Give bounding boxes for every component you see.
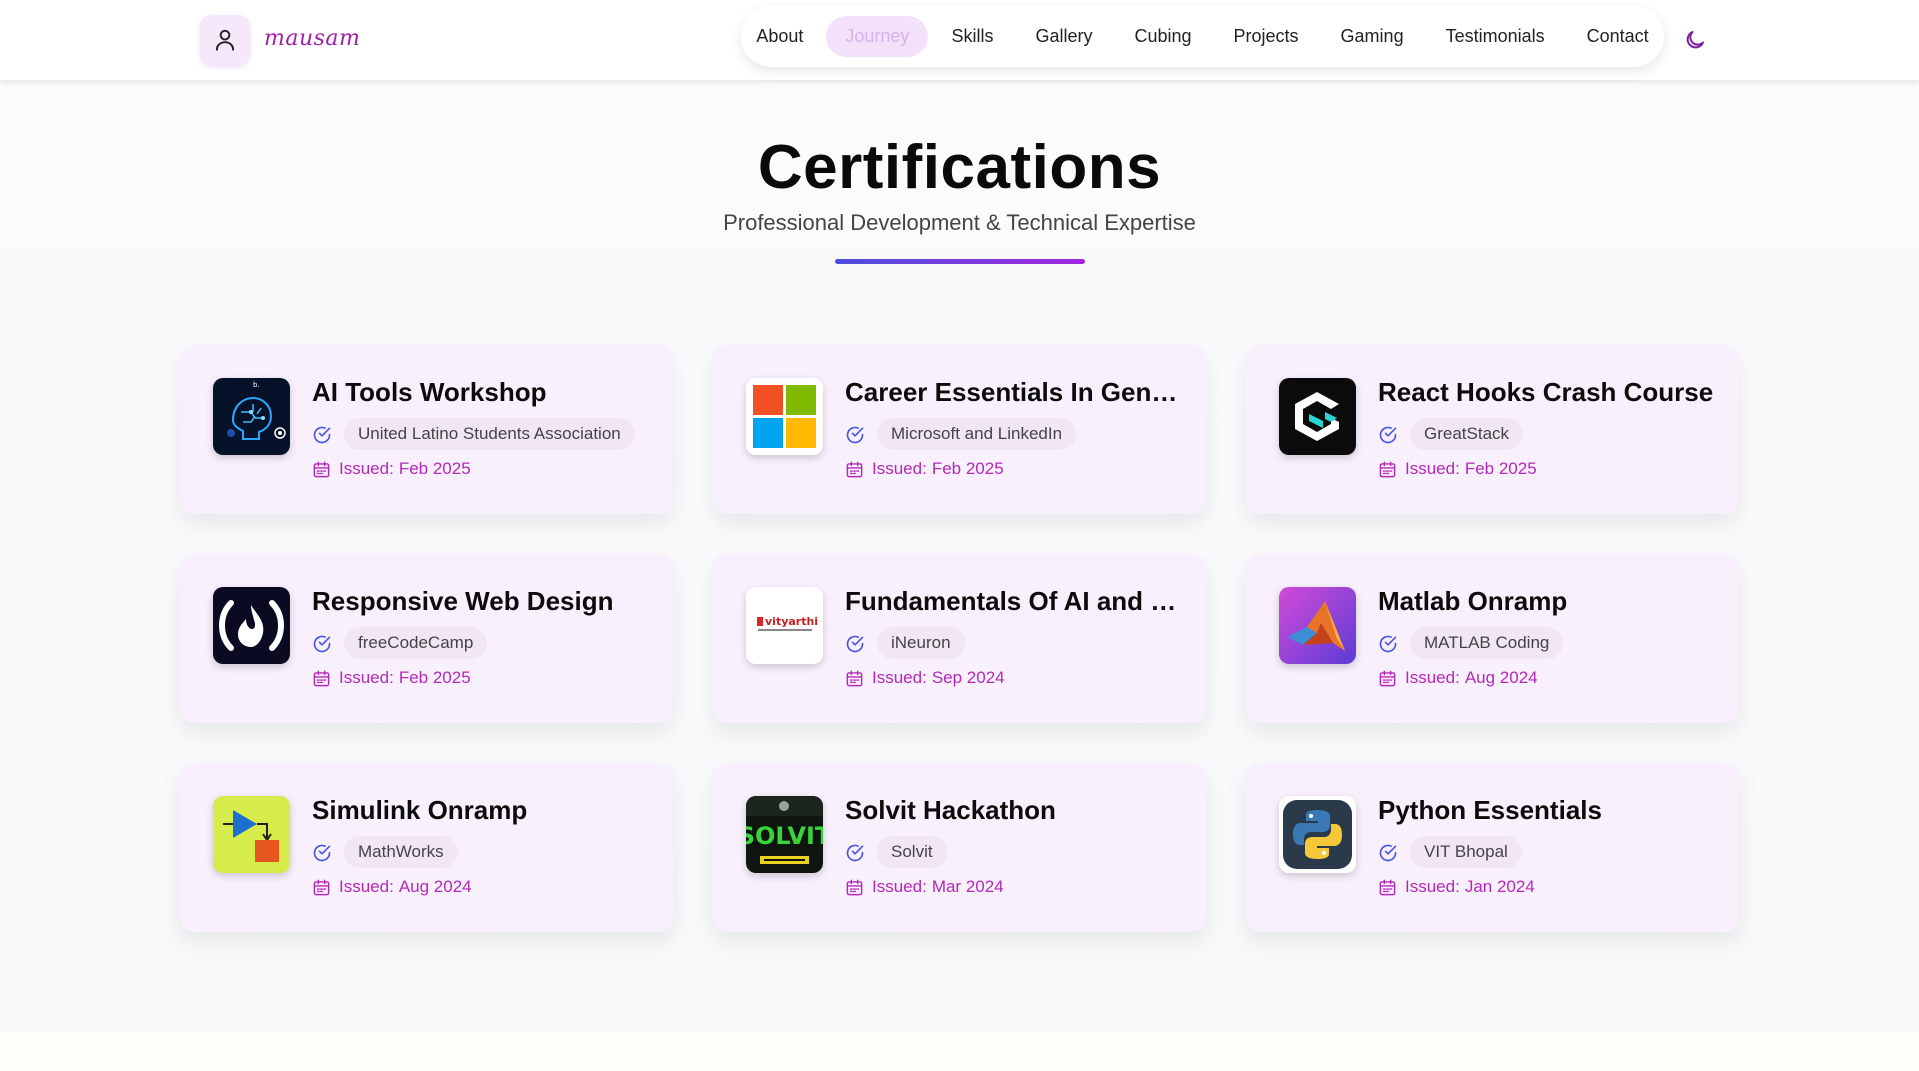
simulink-logo bbox=[213, 796, 290, 873]
issued-date: Issued: Feb 2025 bbox=[339, 668, 471, 687]
calendar-icon bbox=[846, 879, 863, 896]
theme-toggle-button[interactable] bbox=[1681, 26, 1709, 54]
certification-grid: b. AI Tools Workshop United Latino Stude… bbox=[180, 345, 1740, 932]
certification-card[interactable]: Matlab Onramp MATLAB Coding Issued: Aug 2… bbox=[1246, 554, 1739, 723]
nav-about[interactable]: About bbox=[737, 16, 822, 57]
calendar-icon bbox=[846, 461, 863, 478]
next-section-edge bbox=[0, 1031, 1919, 1071]
certification-title: Python Essentials bbox=[1378, 795, 1602, 825]
user-icon bbox=[215, 29, 235, 51]
issued-date: Issued: Feb 2025 bbox=[1405, 459, 1537, 478]
verified-check-icon bbox=[313, 635, 331, 653]
certification-card[interactable]: Simulink Onramp MathWorks Issued: Aug 202… bbox=[180, 763, 673, 932]
verified-check-icon bbox=[846, 635, 864, 653]
issued-date: Issued: Feb 2025 bbox=[339, 459, 471, 478]
site-header: mausam About Journey Skills Gallery Cubi… bbox=[0, 0, 1919, 80]
nav-projects[interactable]: Projects bbox=[1215, 16, 1318, 57]
greatstack-logo bbox=[1279, 378, 1356, 455]
main-nav: About Journey Skills Gallery Cubing Proj… bbox=[741, 6, 1664, 67]
issuer-badge: freeCodeCamp bbox=[344, 627, 488, 659]
moon-icon bbox=[1686, 31, 1704, 49]
nav-gallery[interactable]: Gallery bbox=[1016, 16, 1111, 57]
issuer-badge: MATLAB Coding bbox=[1410, 627, 1564, 659]
nav-contact[interactable]: Contact bbox=[1568, 16, 1668, 57]
ai-brain-logo: b. bbox=[213, 378, 290, 455]
certification-card[interactable]: React Hooks Crash Course GreatStack Issu… bbox=[1246, 345, 1739, 514]
issued-date: Issued: Jan 2024 bbox=[1405, 877, 1535, 896]
certification-title: Matlab Onramp bbox=[1378, 586, 1568, 616]
issuer-badge: VIT Bhopal bbox=[1410, 836, 1522, 868]
verified-check-icon bbox=[1379, 844, 1397, 862]
certification-title: Solvit Hackathon bbox=[845, 795, 1056, 825]
calendar-icon bbox=[1379, 670, 1396, 687]
issued-date: Issued: Aug 2024 bbox=[1405, 668, 1538, 687]
certification-title: AI Tools Workshop bbox=[312, 377, 547, 407]
certification-card[interactable]: Responsive Web Design freeCodeCamp Issue… bbox=[180, 554, 673, 723]
certification-title: Simulink Onramp bbox=[312, 795, 528, 825]
certification-title: React Hooks Crash Course bbox=[1378, 377, 1714, 407]
logo-text[interactable]: mausam bbox=[264, 26, 360, 51]
matlab-logo bbox=[1279, 587, 1356, 664]
verified-check-icon bbox=[313, 426, 331, 444]
title-underline bbox=[835, 259, 1085, 264]
verified-check-icon bbox=[1379, 635, 1397, 653]
nav-cubing[interactable]: Cubing bbox=[1115, 16, 1210, 57]
svg-text:vityarthi: vityarthi bbox=[765, 615, 818, 628]
python-logo bbox=[1279, 796, 1356, 873]
certification-card[interactable]: SOLVIT Solvit Hackathon Solvit Issued:Ma… bbox=[713, 763, 1206, 932]
calendar-icon bbox=[313, 670, 330, 687]
certifications-section: Certifications Professional Development … bbox=[0, 80, 1919, 1031]
microsoft-logo bbox=[746, 378, 823, 455]
certification-title: Responsive Web Design bbox=[312, 586, 614, 616]
issuer-badge: MathWorks bbox=[344, 836, 458, 868]
issued-date: Issued: Feb 2025 bbox=[872, 459, 1004, 478]
certification-card[interactable]: b. AI Tools Workshop United Latino Stude… bbox=[180, 345, 673, 514]
user-avatar-logo[interactable] bbox=[200, 15, 250, 65]
issuer-badge: GreatStack bbox=[1410, 418, 1524, 450]
calendar-icon bbox=[846, 670, 863, 687]
calendar-icon bbox=[313, 461, 330, 478]
freecodecamp-logo bbox=[213, 587, 290, 664]
issued-date: Issued: Sep 2024 bbox=[872, 668, 1005, 687]
issuer-badge: Microsoft and LinkedIn bbox=[877, 418, 1077, 450]
issuer-badge: iNeuron bbox=[877, 627, 965, 659]
section-title: Certifications bbox=[757, 133, 1162, 202]
nav-journey[interactable]: Journey bbox=[826, 16, 929, 57]
nav-skills[interactable]: Skills bbox=[932, 16, 1012, 57]
verified-check-icon bbox=[846, 844, 864, 862]
certification-card[interactable]: Career Essentials In Generative AI Micro… bbox=[713, 345, 1206, 514]
calendar-icon bbox=[1379, 879, 1396, 896]
verified-check-icon bbox=[846, 426, 864, 444]
verified-check-icon bbox=[1379, 426, 1397, 444]
nav-testimonials[interactable]: Testimonials bbox=[1427, 16, 1564, 57]
issued-date: Issued: Aug 2024 bbox=[339, 877, 472, 896]
certification-title: Fundamentals Of AI and ML bbox=[845, 586, 1185, 616]
certification-title: Career Essentials In Generative AI bbox=[845, 377, 1185, 407]
section-subtitle: Professional Development & Technical Exp… bbox=[723, 210, 1196, 235]
vityarthi-logo: vityarthi bbox=[746, 587, 823, 664]
calendar-icon bbox=[1379, 461, 1396, 478]
issuer-badge: United Latino Students Association bbox=[344, 418, 635, 450]
certification-card[interactable]: Python Essentials VIT Bhopal Issued: Jan … bbox=[1246, 763, 1739, 932]
issuer-badge: Solvit bbox=[877, 836, 947, 868]
certification-card[interactable]: vityarthi Fundamentals Of AI and ML iNeu… bbox=[713, 554, 1206, 723]
issued-date: Issued: Mar 2024 bbox=[872, 877, 1004, 896]
verified-check-icon bbox=[313, 844, 331, 862]
calendar-icon bbox=[313, 879, 330, 896]
nav-gaming[interactable]: Gaming bbox=[1322, 16, 1423, 57]
solvit-logo: SOLVIT bbox=[746, 796, 823, 873]
svg-text:b.: b. bbox=[253, 381, 260, 389]
svg-text:SOLVIT: SOLVIT bbox=[746, 822, 823, 850]
